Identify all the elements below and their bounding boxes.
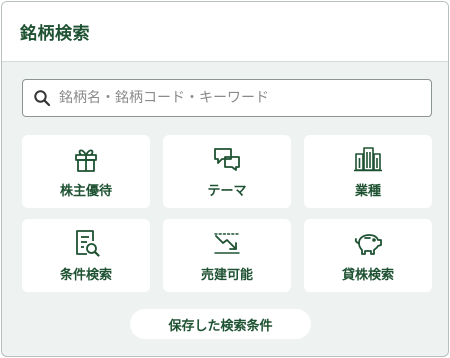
tile-condition-search[interactable]: 条件検索 xyxy=(22,219,150,292)
tile-label: 業種 xyxy=(354,184,381,199)
saved-search-conditions-button[interactable]: 保存した検索条件 xyxy=(130,309,311,339)
tile-label: テーマ xyxy=(207,184,247,199)
tile-theme[interactable]: テーマ xyxy=(163,135,291,208)
page-title: 銘柄検索 xyxy=(20,24,90,44)
tile-short-sell-available[interactable]: 売建可能 xyxy=(163,219,291,292)
tile-stock-lending-search[interactable]: 貸株検索 xyxy=(304,219,432,292)
search-icon xyxy=(34,90,51,107)
stock-search-panel: 銘柄検索 株主優待 テーマ xyxy=(1,1,449,357)
buildings-icon xyxy=(354,147,382,172)
search-input[interactable] xyxy=(59,90,419,106)
downtrend-chart-icon xyxy=(214,233,240,254)
tile-label: 売建可能 xyxy=(200,268,253,283)
tile-label: 条件検索 xyxy=(59,268,112,283)
gift-icon xyxy=(75,149,97,172)
document-search-icon xyxy=(76,230,100,257)
search-category-grid: 株主優待 テーマ 業種 条件検索 売建可能 貸株検索 xyxy=(22,135,432,292)
panel-header: 銘柄検索 xyxy=(2,2,448,62)
tile-shareholder-benefits[interactable]: 株主優待 xyxy=(22,135,150,208)
chat-bubbles-icon xyxy=(214,148,240,171)
tile-industry[interactable]: 業種 xyxy=(304,135,432,208)
saved-search-label: 保存した検索条件 xyxy=(168,318,273,334)
tile-label: 株主優待 xyxy=(59,184,112,199)
search-box[interactable] xyxy=(22,79,432,117)
piggy-bank-icon xyxy=(354,234,382,255)
tile-label: 貸株検索 xyxy=(341,268,394,283)
